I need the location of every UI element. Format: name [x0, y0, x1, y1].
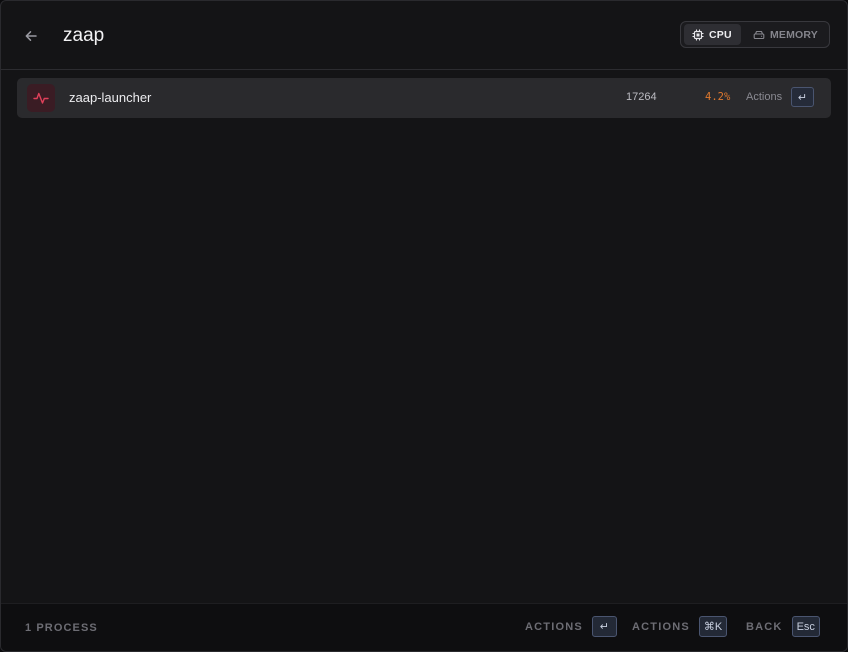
- footer-back-label: BACK: [746, 620, 783, 633]
- process-count: 1 PROCESS: [25, 622, 98, 634]
- header: CPU MEMORY: [1, 1, 847, 70]
- memory-icon: [753, 30, 765, 39]
- process-cpu: 4.2%: [705, 91, 731, 103]
- cmd-k-key[interactable]: ⌘K: [698, 616, 728, 637]
- process-row[interactable]: zaap-launcher 17264 4.2% Actions ↵: [17, 78, 831, 118]
- process-window: CPU MEMORY zaap-launcher 17264 4.2% Acti…: [0, 0, 848, 652]
- cpu-icon: [692, 29, 704, 40]
- process-icon-badge: [27, 84, 55, 112]
- esc-key[interactable]: Esc: [791, 616, 820, 637]
- process-pid: 17264: [626, 91, 657, 103]
- process-name: zaap-launcher: [69, 90, 152, 105]
- sort-memory-button[interactable]: MEMORY: [745, 24, 826, 45]
- back-button[interactable]: [19, 24, 43, 48]
- sort-cpu-button[interactable]: CPU: [684, 24, 741, 45]
- process-actions-label: Actions: [746, 91, 783, 103]
- arrow-left-icon: [25, 31, 37, 41]
- footer-actions-enter[interactable]: ACTIONS ↵: [525, 616, 617, 637]
- activity-icon: [33, 92, 49, 104]
- footer-actions-label: ACTIONS: [632, 620, 690, 633]
- sort-toggle: CPU MEMORY: [680, 21, 830, 48]
- sort-memory-label: MEMORY: [769, 28, 818, 41]
- enter-key[interactable]: ↵: [591, 616, 617, 637]
- sort-cpu-label: CPU: [709, 28, 732, 41]
- footer-back[interactable]: BACK Esc: [746, 616, 820, 637]
- search-input[interactable]: [63, 21, 583, 51]
- footer: 1 PROCESS ACTIONS ↵ ACTIONS ⌘K BACK Esc: [1, 603, 847, 651]
- footer-actions-cmdk[interactable]: ACTIONS ⌘K: [632, 616, 728, 637]
- footer-actions-label: ACTIONS: [525, 620, 583, 633]
- process-enter-key[interactable]: ↵: [791, 87, 814, 107]
